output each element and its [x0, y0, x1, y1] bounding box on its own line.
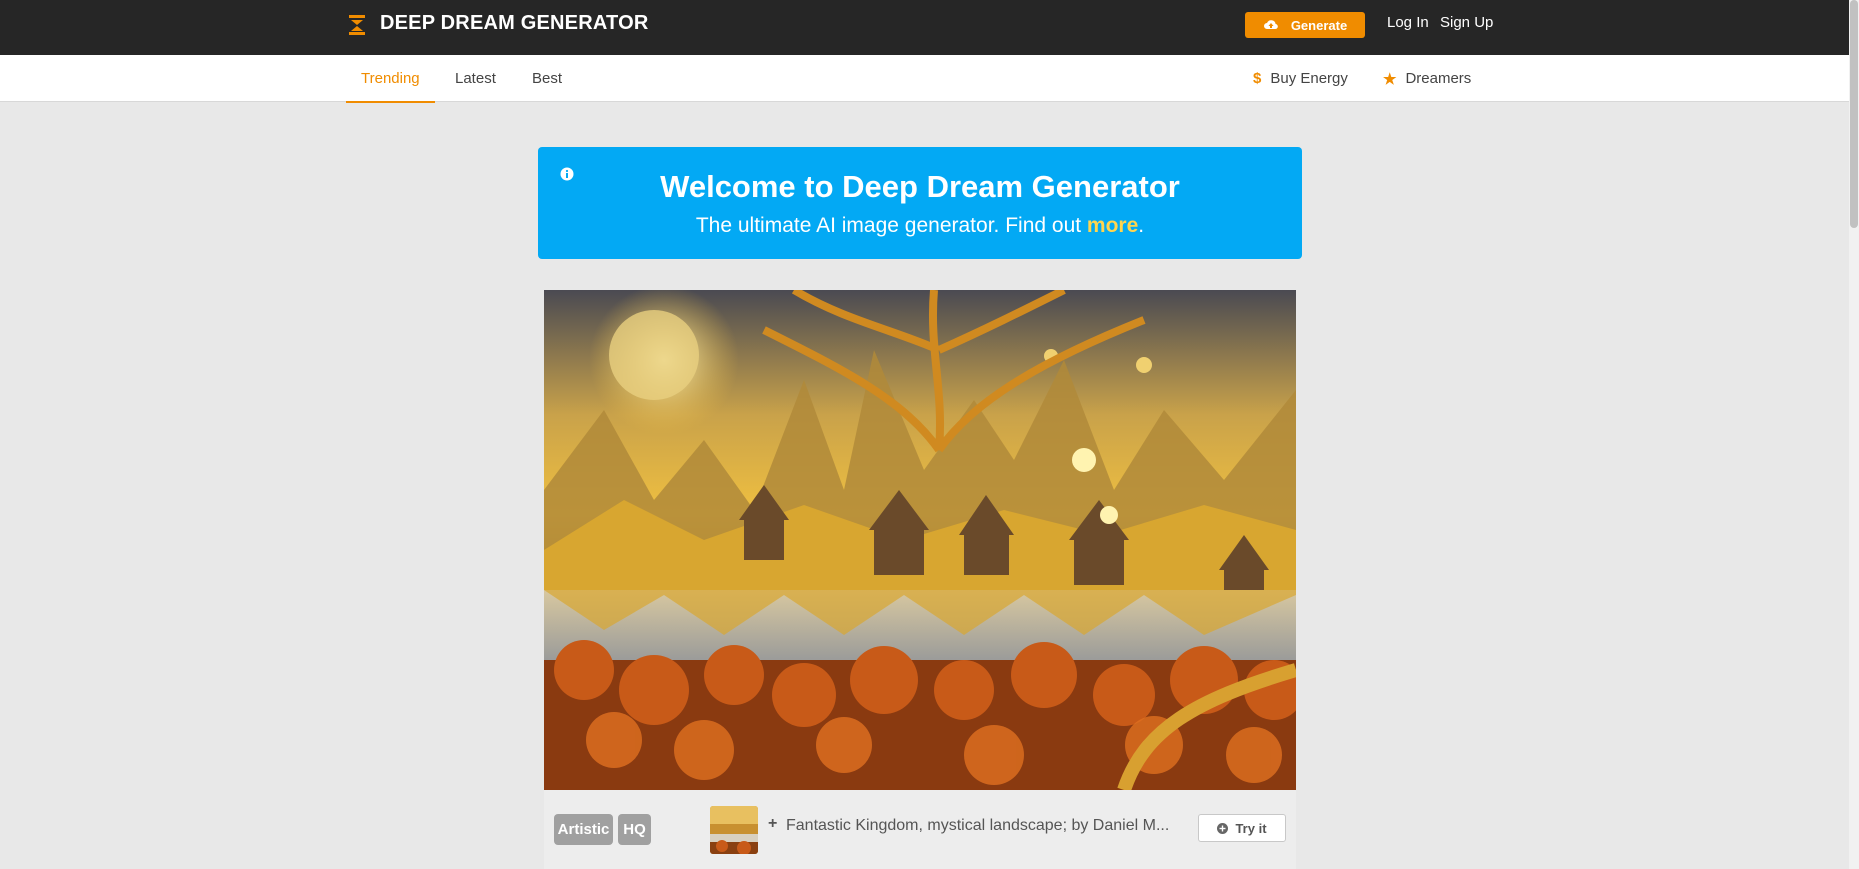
logo[interactable]: DEEP DREAM GENERATOR	[346, 12, 648, 35]
scrollbar-thumb[interactable]	[1850, 0, 1858, 228]
plus-circle-icon	[1217, 822, 1229, 834]
logo-text: DEEP DREAM GENERATOR	[380, 12, 649, 34]
feed-card: Artistic HQ + Fantastic Kingdom, mystica…	[544, 290, 1296, 869]
thumbnail-image	[710, 806, 758, 854]
prompt-text[interactable]: Fantastic Kingdom, mystical landscape; b…	[786, 817, 1169, 835]
login-link[interactable]: Log In	[1387, 14, 1429, 31]
try-it-button[interactable]: Try it	[1198, 814, 1286, 842]
tab-best[interactable]: Best	[532, 55, 562, 102]
artistic-badge[interactable]: Artistic	[554, 814, 613, 845]
dream-image[interactable]	[544, 290, 1296, 790]
tab-trending[interactable]: Trending	[346, 55, 435, 103]
plus-icon: +	[768, 815, 778, 832]
top-header: DEEP DREAM GENERATOR Generate Log In Sig…	[0, 0, 1859, 55]
welcome-title: Welcome to Deep Dream Generator	[660, 169, 1180, 204]
fantasy-landscape-image	[544, 290, 1296, 790]
sub-navigation: Trending Latest Best $ Buy Energy ★ Drea…	[0, 55, 1849, 103]
try-it-label: Try it	[1235, 820, 1267, 836]
generate-label: Generate	[1290, 17, 1348, 33]
buy-energy-label: Buy Energy	[1270, 70, 1348, 87]
cloud-upload-icon	[1263, 20, 1278, 30]
source-thumbnail[interactable]	[710, 806, 758, 854]
card-footer: Artistic HQ + Fantastic Kingdom, mystica…	[544, 790, 1296, 869]
welcome-subtitle: The ultimate AI image generator. Find ou…	[538, 214, 1302, 238]
signup-link[interactable]: Sign Up	[1440, 14, 1493, 31]
dreamers-link[interactable]: ★ Dreamers	[1383, 55, 1471, 102]
buy-energy-link[interactable]: $ Buy Energy	[1253, 55, 1348, 102]
hq-badge[interactable]: HQ	[618, 814, 651, 845]
tab-latest[interactable]: Latest	[455, 55, 496, 102]
welcome-banner: Welcome to Deep Dream Generator The ulti…	[538, 147, 1302, 259]
hourglass-logo-icon	[349, 14, 365, 35]
generate-button[interactable]: Generate	[1245, 12, 1365, 38]
welcome-subtitle-text: The ultimate AI image generator. Find ou…	[695, 214, 1087, 237]
star-icon: ★	[1383, 70, 1397, 88]
page-scrollbar[interactable]	[1849, 0, 1859, 869]
more-link[interactable]: more	[1087, 214, 1138, 237]
welcome-subtitle-end: .	[1138, 214, 1145, 237]
dreamers-label: Dreamers	[1405, 70, 1472, 87]
dollar-icon: $	[1253, 70, 1262, 87]
